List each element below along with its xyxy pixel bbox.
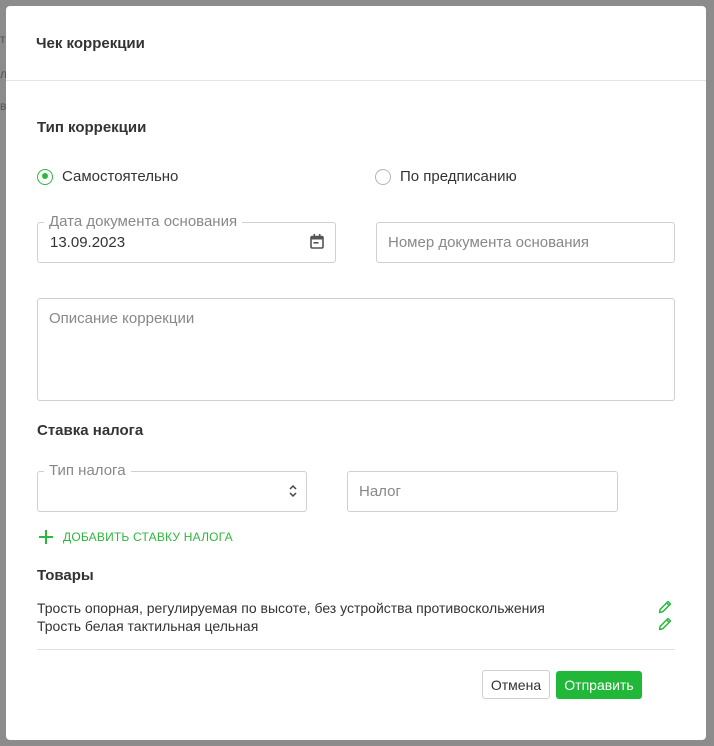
plus-icon — [39, 530, 53, 544]
goods-item: Трость опорная, регулируемая по высоте, … — [37, 600, 545, 616]
add-tax-rate-label: ДОБАВИТЬ СТАВКУ НАЛОГА — [63, 530, 233, 544]
correction-type-title: Тип коррекции — [37, 119, 147, 136]
radio-by-order-label: По предписанию — [400, 168, 517, 185]
edit-icon[interactable] — [657, 616, 673, 632]
description-field[interactable]: Описание коррекции — [37, 298, 675, 401]
cancel-button[interactable]: Отмена — [482, 670, 550, 699]
goods-title: Товары — [37, 567, 94, 584]
footer-divider — [37, 649, 675, 650]
tax-type-label: Тип налога — [44, 462, 131, 480]
goods-item: Трость белая тактильная цельная — [37, 618, 259, 634]
tax-field[interactable]: Налог — [347, 471, 618, 512]
doc-number-placeholder: Номер документа основания — [388, 234, 590, 251]
radio-circle — [375, 168, 391, 185]
radio-circle-checked — [37, 168, 53, 185]
radio-self-label: Самостоятельно — [62, 168, 179, 185]
correction-check-modal: Чек коррекции Тип коррекции Самостоятель… — [6, 6, 706, 740]
radio-by-order[interactable]: По предписанию — [375, 168, 517, 185]
tax-rate-title: Ставка налога — [37, 422, 144, 439]
doc-date-value: 13.09.2023 — [50, 234, 126, 251]
doc-date-label: Дата документа основания — [44, 213, 243, 231]
submit-button[interactable]: Отправить — [556, 671, 642, 699]
tax-placeholder: Налог — [359, 483, 401, 500]
description-placeholder: Описание коррекции — [49, 310, 195, 327]
tax-type-select[interactable]: Тип налога — [37, 462, 307, 512]
radio-self[interactable]: Самостоятельно — [37, 168, 178, 185]
doc-number-field[interactable]: Номер документа основания — [376, 222, 675, 263]
select-arrows-icon — [289, 484, 297, 498]
edit-icon[interactable] — [657, 599, 673, 615]
calendar-icon[interactable] — [310, 234, 324, 249]
doc-date-field[interactable]: Дата документа основания 13.09.2023 — [37, 213, 336, 263]
modal-header: Чек коррекции — [6, 6, 706, 81]
modal-title: Чек коррекции — [36, 34, 145, 52]
add-tax-rate-button[interactable]: ДОБАВИТЬ СТАВКУ НАЛОГА — [39, 530, 233, 544]
